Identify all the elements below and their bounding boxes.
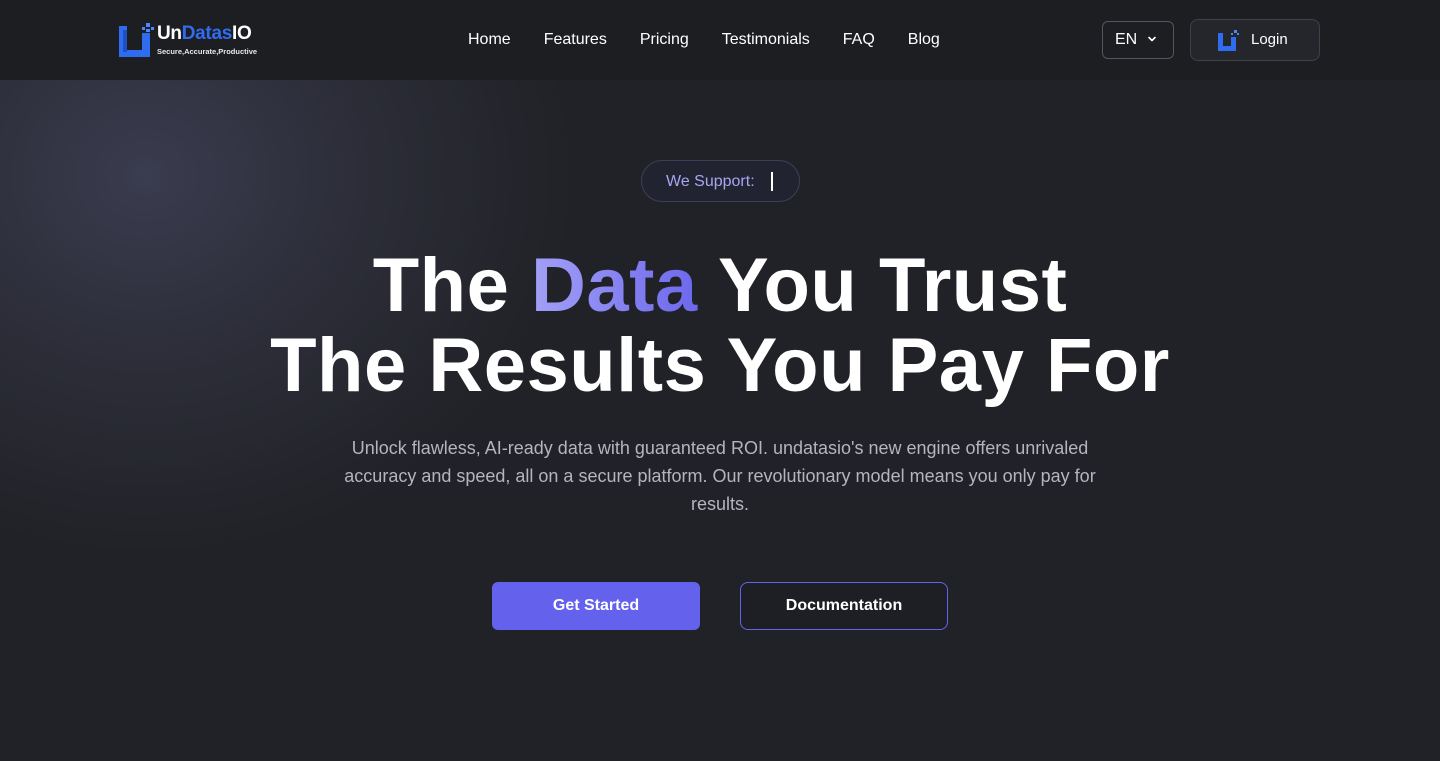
headline-line2: The Results You Pay For: [270, 323, 1170, 408]
brand-tagline: Secure,Accurate,Productive: [157, 47, 258, 56]
nav-item-features[interactable]: Features: [544, 29, 607, 53]
headline-line1-pre: The: [372, 243, 531, 328]
nav-item-pricing[interactable]: Pricing: [640, 29, 689, 53]
brand-logo[interactable]: UnDatasIO Secure,Accurate,Productive: [118, 22, 268, 60]
headline-line1: The Data You Trust: [373, 243, 1068, 328]
main-nav: Home Features Pricing Testimonials FAQ B…: [468, 29, 940, 53]
documentation-button[interactable]: Documentation: [740, 582, 948, 630]
brand-name-part3: IO: [231, 23, 252, 44]
language-selector[interactable]: EN: [1102, 21, 1174, 59]
site-header: UnDatasIO Secure,Accurate,Productive Hom…: [0, 0, 1440, 80]
nav-item-faq[interactable]: FAQ: [843, 29, 875, 53]
get-started-button[interactable]: Get Started: [492, 582, 700, 630]
headline-accent-word: Data: [530, 243, 698, 328]
login-button[interactable]: Login: [1190, 19, 1320, 61]
brand-name-part1: Un: [157, 23, 182, 44]
language-value: EN: [1115, 31, 1138, 48]
hero-headline: The Data You Trust The Results You Pay F…: [0, 246, 1440, 406]
typing-caret: [771, 172, 773, 191]
landing-page: UnDatasIO Secure,Accurate,Productive Hom…: [0, 0, 1440, 761]
support-label: We Support:: [666, 173, 755, 190]
hero-subtitle: Unlock flawless, AI-ready data with guar…: [344, 438, 1096, 514]
nav-item-home[interactable]: Home: [468, 29, 511, 53]
headline-line1-post: You Trust: [697, 243, 1068, 328]
brand-wordmark: UnDatasIO: [157, 22, 252, 46]
chevron-down-icon: [1148, 36, 1156, 42]
nav-item-testimonials[interactable]: Testimonials: [722, 29, 810, 53]
login-label: Login: [1251, 31, 1288, 48]
undatasio-logo-icon: [119, 23, 154, 57]
brand-name-part2: Datas: [181, 23, 233, 44]
support-badge: We Support:: [641, 160, 800, 202]
undatasio-logo-icon: [1218, 30, 1239, 51]
nav-item-blog[interactable]: Blog: [908, 29, 940, 53]
